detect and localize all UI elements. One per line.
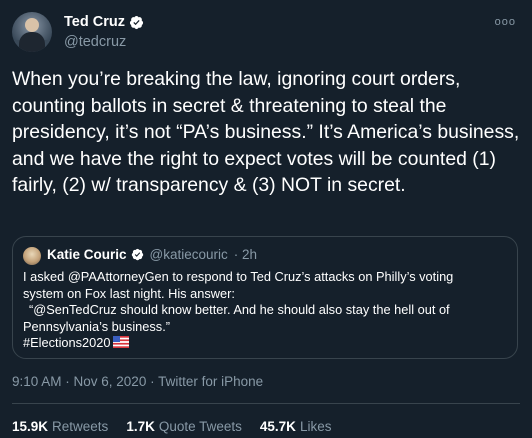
- verified-badge-icon: [129, 15, 144, 29]
- stat-quote-tweets[interactable]: 1.7K Quote Tweets: [126, 418, 242, 436]
- tweet-timestamp-source[interactable]: 9:10 AM · Nov 6, 2020 · Twitter for iPho…: [12, 374, 263, 389]
- likes-label: Likes: [299, 419, 332, 434]
- quoted-tweet-time: · 2h: [233, 247, 258, 262]
- tweet-stats: 15.9K Retweets 1.7K Quote Tweets 45.7K Like…: [12, 418, 331, 436]
- divider: [12, 403, 520, 404]
- author-name-row: Ted Cruz: [64, 14, 144, 30]
- quoted-author-handle: @katiecouric: [149, 247, 228, 262]
- quote-tweets-label: Quote Tweets: [158, 419, 242, 434]
- quoted-tweet[interactable]: Katie Couric @katiecouric · 2h I asked @…: [12, 236, 518, 359]
- quoted-author-name: Katie Couric: [47, 247, 127, 262]
- more-options-icon[interactable]: ooo: [495, 16, 516, 28]
- quoted-text-line: I asked @PAAttorneyGen to respond to Ted…: [23, 269, 454, 284]
- quoted-text-line: Pennsylvania’s business.”: [23, 318, 171, 334]
- tweet-text: When you’re breaking the law, ignoring c…: [12, 68, 520, 196]
- quoted-text-line: system on Fox last night. His answer:: [23, 285, 235, 301]
- quoted-text-line: “@SenTedCruz should know better. And he …: [29, 302, 450, 317]
- stat-retweets[interactable]: 15.9K Retweets: [12, 418, 108, 436]
- quoted-text-line-hashtag: #Elections2020: [23, 335, 509, 352]
- author-handle[interactable]: @tedcruz: [64, 34, 126, 50]
- tweet-card: Ted Cruz @tedcruz ooo When you’re breaki…: [0, 0, 532, 438]
- likes-count: 45.7K: [259, 419, 296, 434]
- stat-likes[interactable]: 45.7K Likes: [260, 418, 332, 436]
- quote-tweets-count: 1.7K: [126, 419, 155, 434]
- author-display-name[interactable]: Ted Cruz: [64, 14, 125, 30]
- retweets-count: 15.9K: [12, 419, 49, 434]
- us-flag-emoji-icon: [112, 336, 129, 348]
- quoted-author-avatar: [23, 247, 41, 265]
- retweets-label: Retweets: [52, 419, 109, 434]
- hashtag[interactable]: #Elections2020: [23, 335, 111, 350]
- author-avatar[interactable]: [12, 12, 52, 52]
- verified-badge-icon: [131, 248, 143, 261]
- avatar-suit: [19, 32, 45, 52]
- quoted-tweet-text: I asked @PAAttorneyGen to respond to Ted…: [23, 269, 509, 352]
- quoted-author-row: Katie Couric @katiecouric · 2h: [47, 247, 257, 262]
- avatar-head: [25, 18, 39, 32]
